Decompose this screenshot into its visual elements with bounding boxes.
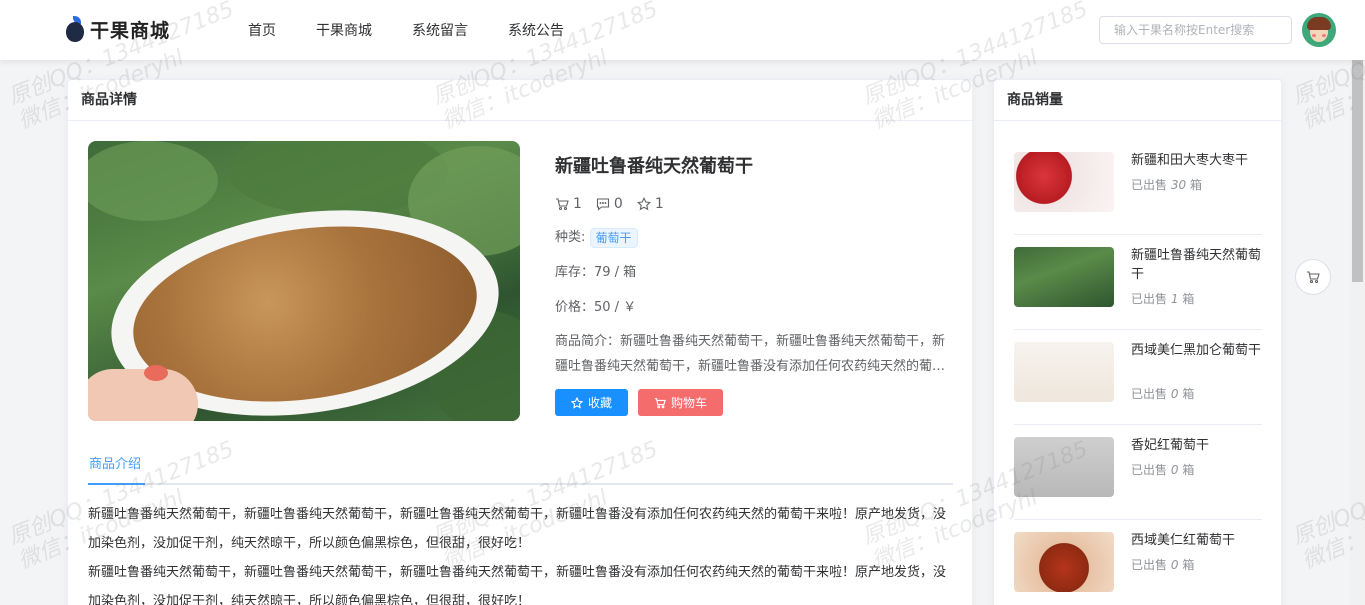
cart-count-value: 1 [573, 196, 582, 212]
favorite-button-label: 收藏 [587, 396, 612, 410]
sold-count: 已出售 0 箱 [1131, 387, 1195, 401]
list-item[interactable]: 西域美仁黑加仑葡萄干 已出售 0 箱 [1014, 330, 1262, 425]
stock-text: 库存：79 / 箱 [555, 265, 637, 280]
favorite-count: 1 [636, 196, 664, 212]
category-tag: 葡萄干 [589, 228, 638, 248]
search-input[interactable] [1099, 16, 1292, 44]
tab-label: 商品介绍 [89, 457, 142, 472]
product-thumbnail [1014, 247, 1114, 307]
sold-count: 已出售 1 箱 [1131, 292, 1195, 306]
sold-count: 已出售 0 箱 [1131, 558, 1195, 572]
sales-list: 新疆和田大枣大枣干 已出售 30 箱 新疆吐鲁番纯天然葡萄干 已出售 1 箱 西… [1014, 140, 1262, 605]
nav-item-home[interactable]: 首页 [248, 20, 276, 40]
sold-count: 已出售 30 箱 [1131, 178, 1202, 192]
product-intro: 新疆吐鲁番纯天然葡萄干，新疆吐鲁番纯天然葡萄干，新疆吐鲁番纯天然葡萄干，新疆吐鲁… [88, 500, 953, 605]
product-description: 商品简介：新疆吐鲁番纯天然葡萄干，新疆吐鲁番纯天然葡萄干，新疆吐鲁番纯天然葡萄干… [555, 334, 946, 374]
product-stats: 1 0 1 [555, 194, 955, 214]
product-tabs: 商品介绍 [88, 453, 953, 485]
comment-icon [596, 198, 609, 211]
add-to-cart-button[interactable]: 购物车 [638, 389, 723, 416]
scrollbar-thumb[interactable] [1352, 60, 1363, 282]
cart-icon [1307, 271, 1320, 284]
favorite-button[interactable]: 收藏 [555, 389, 628, 416]
product-thumbnail [1014, 437, 1114, 497]
category-label: 种类: [555, 230, 586, 245]
product-thumbnail [1014, 532, 1114, 592]
product-image [88, 141, 520, 421]
nav-item-announcements[interactable]: 系统公告 [508, 20, 564, 40]
list-item[interactable]: 新疆吐鲁番纯天然葡萄干 已出售 1 箱 [1014, 235, 1262, 330]
floating-cart-button[interactable] [1295, 259, 1331, 295]
intro-paragraph: 新疆吐鲁番纯天然葡萄干，新疆吐鲁番纯天然葡萄干，新疆吐鲁番纯天然葡萄干，新疆吐鲁… [88, 507, 947, 551]
cart-icon [556, 198, 569, 211]
product-name: 新疆吐鲁番纯天然葡萄干 [1131, 248, 1262, 282]
star-icon [570, 396, 583, 409]
sold-count: 已出售 0 箱 [1131, 463, 1195, 477]
comment-count-value: 0 [613, 196, 623, 212]
card-title: 商品详情 [68, 80, 972, 121]
logo[interactable]: 干果商城 [64, 14, 170, 44]
card-title: 商品销量 [994, 80, 1281, 121]
user-avatar[interactable] [1302, 13, 1336, 47]
active-tab-indicator [88, 483, 145, 485]
product-name: 香妃红葡萄干 [1131, 438, 1210, 453]
star-icon [636, 197, 651, 211]
product-name: 西域美仁黑加仑葡萄干 [1131, 343, 1262, 358]
nav-item-messages[interactable]: 系统留言 [412, 20, 468, 40]
cart-count: 1 [555, 196, 582, 212]
intro-paragraph: 新疆吐鲁番纯天然葡萄干，新疆吐鲁番纯天然葡萄干，新疆吐鲁番纯天然葡萄干，新疆吐鲁… [88, 565, 947, 605]
category-row: 种类: 葡萄干 [555, 227, 955, 249]
top-navbar: 干果商城 首页 干果商城 系统留言 系统公告 [0, 0, 1365, 60]
sales-ranking-card: 商品销量 新疆和田大枣大枣干 已出售 30 箱 新疆吐鲁番纯天然葡萄干 已出售 … [993, 79, 1282, 605]
product-thumbnail [1014, 152, 1114, 212]
product-name: 西域美仁红葡萄干 [1131, 533, 1236, 548]
product-name: 新疆和田大枣大枣干 [1131, 153, 1249, 168]
page-scrollbar[interactable] [1350, 60, 1365, 605]
favorite-count-value: 1 [654, 196, 664, 212]
list-item[interactable]: 香妃红葡萄干 已出售 0 箱 [1014, 425, 1262, 520]
cart-button-label: 购物车 [670, 396, 707, 410]
logo-icon [64, 16, 86, 42]
product-info: 新疆吐鲁番纯天然葡萄干 1 0 1 种类: 葡萄干 库存：79 / 箱 价格：5… [555, 141, 955, 416]
main-nav: 首页 干果商城 系统留言 系统公告 [228, 0, 584, 60]
price-text: 价格：50 / ￥ [555, 300, 637, 315]
tab-product-intro[interactable]: 商品介绍 [88, 453, 142, 485]
product-thumbnail [1014, 342, 1114, 402]
list-item[interactable]: 新疆和田大枣大枣干 已出售 30 箱 [1014, 140, 1262, 235]
cart-icon [654, 397, 666, 408]
list-item[interactable]: 西域美仁红葡萄干 已出售 0 箱 [1014, 520, 1262, 605]
nav-item-shop[interactable]: 干果商城 [316, 20, 372, 40]
logo-text: 干果商城 [90, 19, 171, 42]
action-buttons: 收藏 购物车 [555, 389, 955, 416]
product-title: 新疆吐鲁番纯天然葡萄干 [555, 156, 753, 177]
product-detail-card: 商品详情 新疆吐鲁番纯天然葡萄干 1 0 1 种类: 葡萄干 库存：79 / 箱… [67, 79, 973, 605]
comment-count: 0 [596, 196, 623, 212]
